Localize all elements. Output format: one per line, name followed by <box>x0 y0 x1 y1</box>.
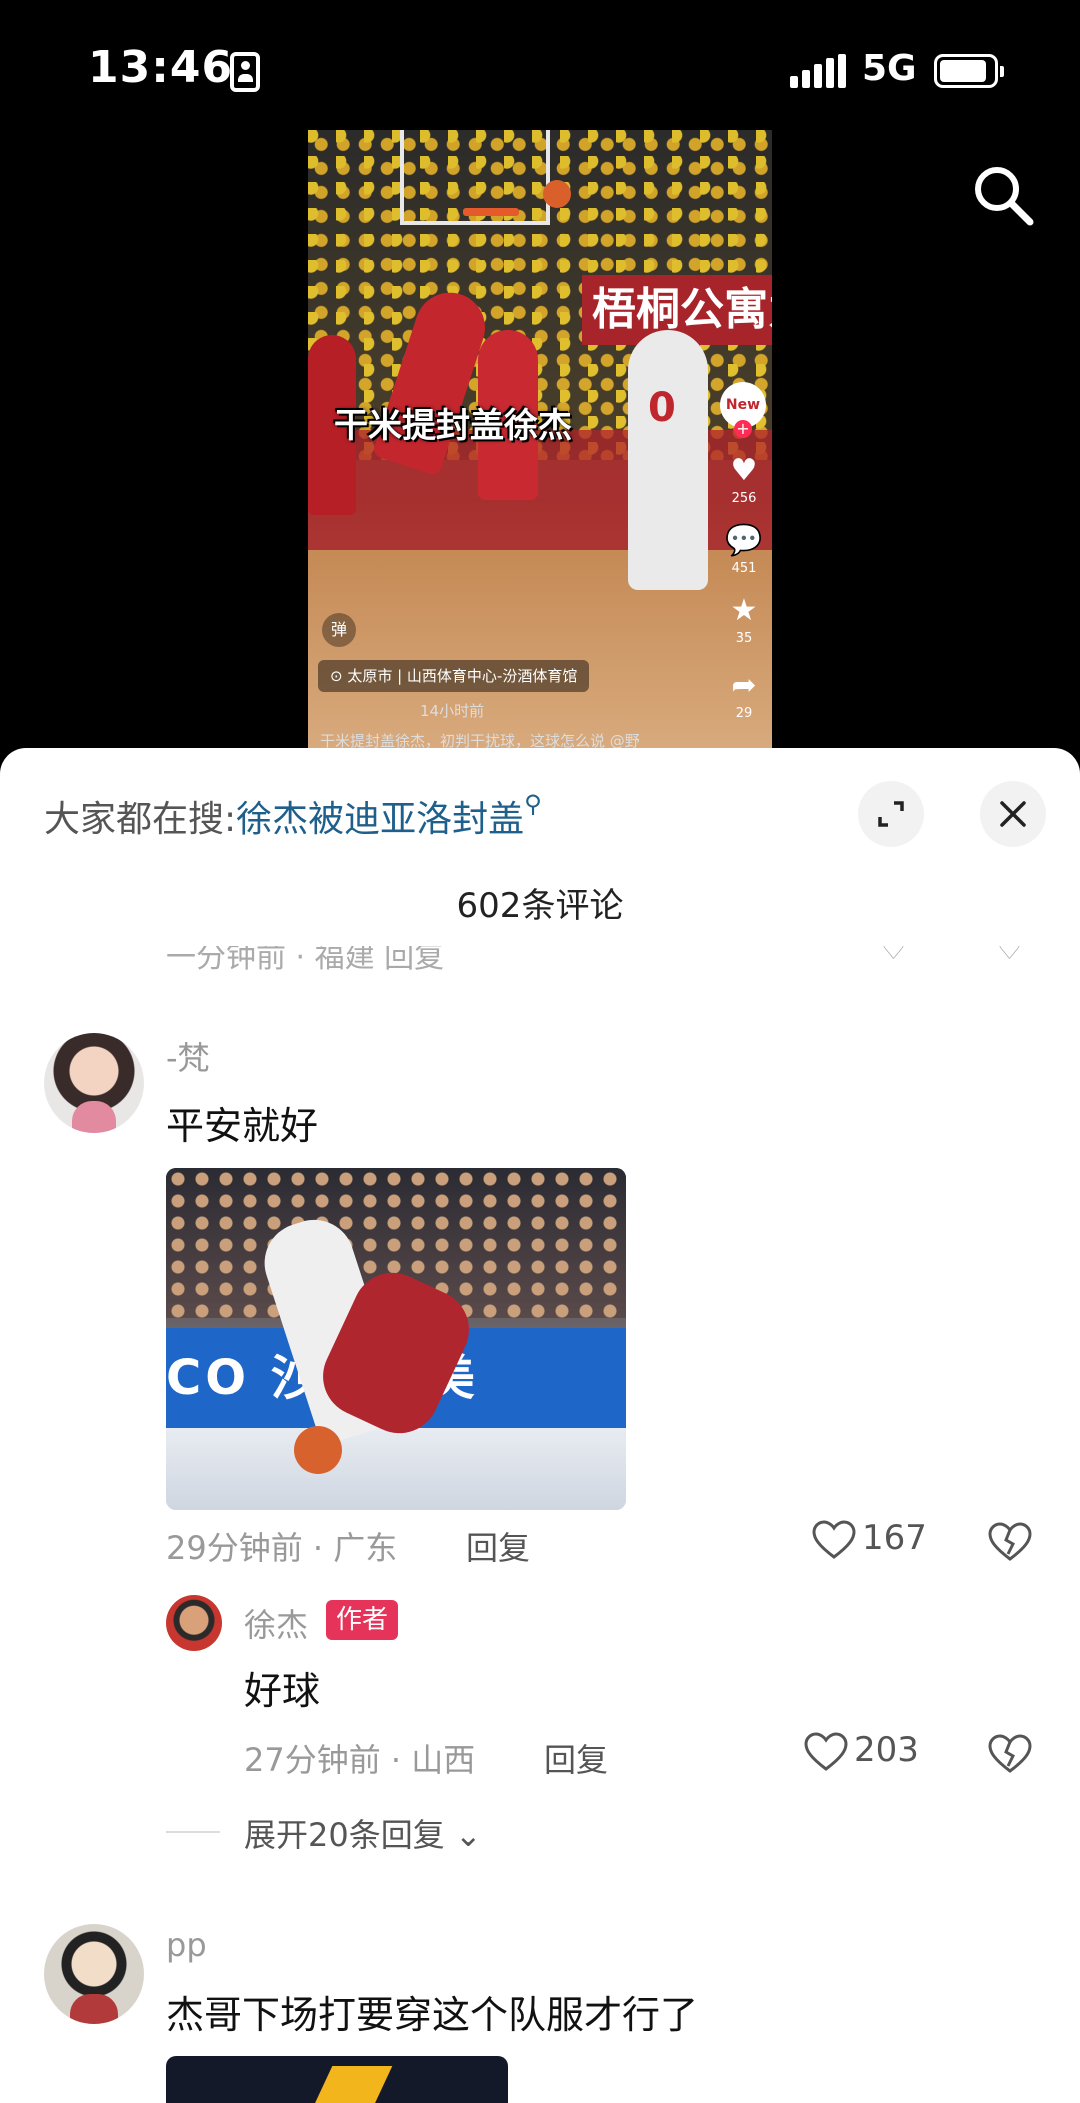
comment-count-title: 602条评论 <box>456 886 624 926</box>
broken-heart-icon[interactable] <box>988 1522 1032 1562</box>
comment-icon: 💬 <box>725 523 763 558</box>
video-caption: 干米提封盖徐杰 <box>334 406 572 446</box>
heart-icon <box>804 1731 848 1771</box>
search-small-icon: ⚲ <box>524 790 542 818</box>
close-button[interactable] <box>980 781 1046 847</box>
video-favorite-button[interactable]: ★ 35 <box>722 593 766 647</box>
comment-username[interactable]: -梵 <box>166 1033 210 1079</box>
hot-search-term[interactable]: 徐杰被迪亚洛封盖 <box>236 799 524 840</box>
video-like-button[interactable]: ♥ 256 <box>722 453 766 507</box>
video-player-figure <box>628 330 708 590</box>
search-icon[interactable] <box>968 160 1038 230</box>
comment-text: 杰哥下场打要穿这个队服才行了 <box>166 1993 699 2037</box>
video-comment-button[interactable]: 💬 451 <box>722 523 766 577</box>
expand-icon <box>878 801 904 827</box>
like-count: 167 <box>862 1518 927 1558</box>
expand-button[interactable] <box>858 781 924 847</box>
author-badge: 作者 <box>326 1600 399 1640</box>
clipped-previous-comment-row: 一分钟前 · 福建 回复 ♡ ♡ <box>0 946 1080 970</box>
like-count: 203 <box>854 1730 919 1770</box>
video-rim <box>463 208 519 216</box>
video-player[interactable]: 梧桐公寓为 0 干米提封盖徐杰 New + ♥ 256 💬 451 ★ 35 ➦… <box>308 130 772 750</box>
video-favorite-count: 35 <box>735 631 753 646</box>
jersey-number: 0 <box>648 385 676 431</box>
reply-text: 好球 <box>244 1669 321 1713</box>
location-text: 太原市 | 山西体育中心-汾酒体育馆 <box>347 667 578 685</box>
status-time: 13:46 <box>88 42 234 93</box>
heart-icon <box>812 1519 856 1559</box>
follow-plus-icon[interactable]: + <box>734 420 752 438</box>
expand-replies-button[interactable]: 展开20条回复 ⌄ <box>244 1810 482 1856</box>
status-bar: 13:46 5G <box>0 0 1080 140</box>
broken-heart-icon[interactable] <box>988 1734 1032 1774</box>
reply-button[interactable]: 回复 <box>466 1523 530 1569</box>
id-card-icon <box>230 52 260 92</box>
chevron-down-icon: ⌄ <box>454 1816 482 1854</box>
video-location[interactable]: ⊙ 太原市 | 山西体育中心-汾酒体育馆 <box>318 660 590 692</box>
clipped-text: 一分钟前 · 福建 回复 <box>166 946 445 970</box>
video-like-count: 256 <box>731 491 757 506</box>
network-type: 5G <box>862 48 917 89</box>
heart-icon: ♥ <box>730 453 758 488</box>
image-floor <box>166 1428 626 1510</box>
video-share-count: 29 <box>735 706 753 721</box>
avatar[interactable] <box>44 1924 144 2024</box>
hot-search-prefix: 大家都在搜: <box>44 799 237 840</box>
video-comment-count: 451 <box>731 561 757 576</box>
danmu-toggle[interactable]: 弹 <box>322 613 356 647</box>
expand-divider <box>166 1831 220 1833</box>
clipped-dislike-icon: ♡ <box>996 946 1023 967</box>
close-icon <box>1000 801 1026 827</box>
share-arrow-icon: ➦ <box>731 668 757 703</box>
location-pin-icon: ⊙ <box>330 667 348 685</box>
star-icon: ★ <box>730 593 758 628</box>
comment-username[interactable]: pp <box>166 1926 207 1964</box>
video-ball <box>543 180 571 208</box>
comment-text: 平安就好 <box>166 1104 319 1148</box>
clipped-heart-icon: ♡ <box>880 946 907 967</box>
image-ball <box>294 1426 342 1474</box>
avatar[interactable] <box>166 1595 222 1651</box>
comment-sheet: 大家都在搜:徐杰被迪亚洛封盖⚲ 602条评论 一分钟前 · 福建 回复 ♡ ♡ … <box>0 748 1080 2103</box>
video-share-button[interactable]: ➦ 29 <box>722 668 766 722</box>
signal-icon <box>790 54 846 88</box>
reply-username[interactable]: 徐杰 <box>244 1600 308 1646</box>
reply-button[interactable]: 回复 <box>544 1735 608 1781</box>
video-description[interactable]: 干米提封盖徐杰，初判干扰球，这球怎么说 @野 <box>320 730 640 750</box>
reply-meta: 27分钟前 · 山西 <box>244 1741 476 1779</box>
video-time: 14小时前 <box>420 702 485 720</box>
comment-image[interactable] <box>166 2056 508 2103</box>
comment-meta: 29分钟前 · 广东 <box>166 1529 398 1567</box>
comment-image[interactable]: CO 沙特阿美 <box>166 1168 626 1510</box>
like-button[interactable]: 167 <box>812 1518 927 1560</box>
avatar[interactable] <box>44 1033 144 1133</box>
expand-replies-label: 展开20条回复 <box>244 1816 445 1854</box>
like-button[interactable]: 203 <box>804 1730 919 1772</box>
hot-search-bar[interactable]: 大家都在搜:徐杰被迪亚洛封盖⚲ <box>44 790 542 842</box>
battery-icon <box>934 54 1004 88</box>
